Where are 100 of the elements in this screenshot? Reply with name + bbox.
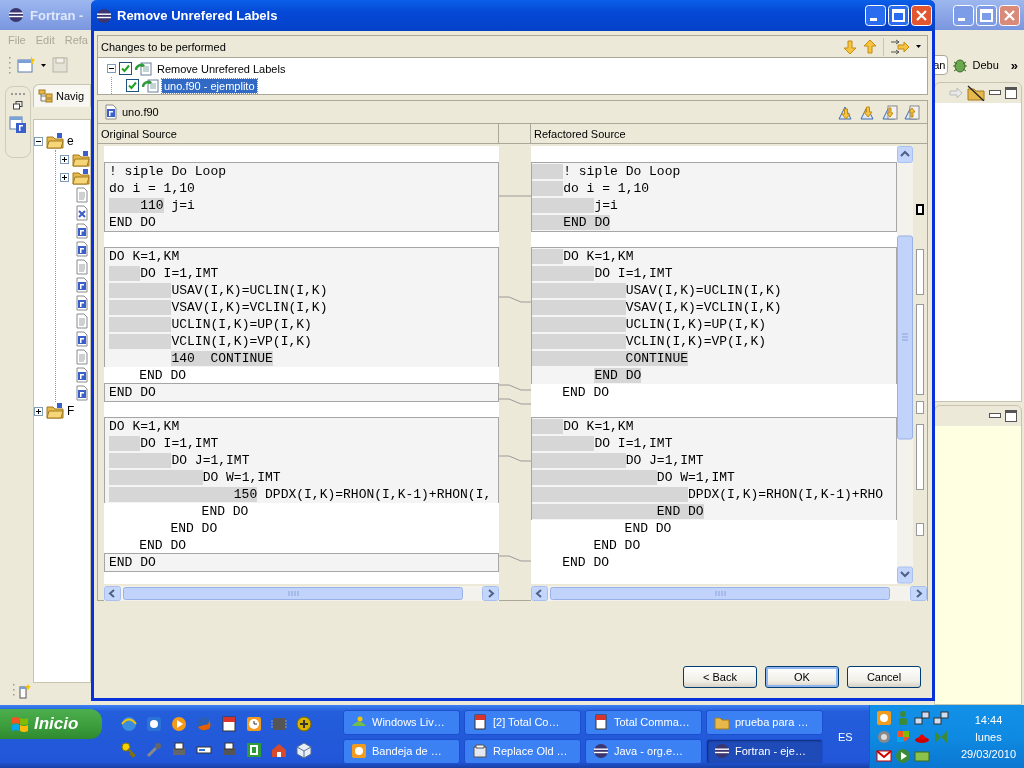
taskbar-button[interactable]: Replace Old … [464, 738, 581, 764]
minimize-icon[interactable] [989, 413, 1001, 419]
caret-icon[interactable] [41, 63, 46, 67]
maximize-icon[interactable] [1005, 410, 1017, 422]
caret-icon[interactable] [916, 45, 921, 48]
taskbar-button[interactable]: prueba para … [706, 709, 823, 735]
start-button[interactable]: Inicio [0, 709, 102, 739]
badge-icon[interactable] [295, 714, 313, 733]
maximize-icon[interactable] [1005, 87, 1017, 99]
folder-icon [72, 151, 90, 167]
horizontal-scrollbar[interactable] [104, 586, 499, 601]
folder-icon [46, 403, 64, 419]
cube-icon[interactable] [295, 740, 313, 759]
scroll-thumb[interactable] [550, 587, 890, 600]
taskbar-button[interactable]: Bandeja de … [343, 738, 460, 764]
clock-day: lunes [975, 730, 1002, 743]
perspective-button[interactable]: Debu [972, 59, 999, 71]
play-icon[interactable] [895, 747, 911, 764]
next-difference-icon[interactable] [837, 104, 855, 120]
restore-icon[interactable] [13, 101, 23, 110]
toolbar-handle-icon [11, 93, 25, 95]
play-icon[interactable] [170, 714, 188, 733]
code-editor[interactable] [104, 146, 499, 584]
pane-title: Original Source [98, 124, 499, 143]
next-change-icon[interactable] [881, 104, 899, 120]
fast-view-icon[interactable] [12, 683, 32, 699]
code-line: VSAV(I,K)=VCLIN(I,K) [105, 299, 498, 316]
code-line: VCLIN(I,K)=VP(I,K) [105, 333, 498, 350]
horizontal-scrollbar[interactable] [531, 586, 927, 601]
minimize-button[interactable] [865, 5, 886, 26]
ok-button[interactable]: OK [765, 666, 839, 688]
clock-icon [351, 743, 367, 759]
mail-icon[interactable] [876, 747, 892, 764]
code-line: END DO [623, 520, 673, 537]
striped-globe-icon [714, 743, 730, 759]
crossed-folder-icon[interactable] [967, 85, 985, 101]
taskbar-button[interactable]: Java - org.e… [585, 738, 702, 764]
maximize-button[interactable] [976, 4, 997, 26]
tree-item[interactable]: e [67, 134, 74, 148]
checkbox[interactable] [119, 62, 132, 75]
tree-item[interactable]: Remove Unrefered Labels [155, 61, 288, 76]
window-title: Remove Unrefered Labels [117, 8, 278, 23]
network-icon[interactable] [933, 709, 949, 726]
tree-item[interactable]: uno.f90 - ejemplito [162, 78, 257, 93]
language-indicator[interactable]: ES [838, 730, 868, 743]
filter-icon[interactable] [890, 38, 910, 55]
code-editor[interactable] [531, 146, 897, 584]
network-icon[interactable] [914, 709, 930, 726]
back-button[interactable]: < Back [683, 666, 757, 688]
code-line: DO I=1,IMT [105, 265, 498, 282]
code-line: DO K=1,KM [532, 248, 896, 265]
scroll-thumb[interactable] [123, 587, 463, 600]
code-line: DO K=1,KM [108, 248, 181, 265]
code-line: END DO [200, 503, 250, 520]
previous-change-icon[interactable] [903, 104, 921, 120]
navigator-icon [38, 89, 54, 103]
code-line: DO K=1,KM [532, 418, 896, 435]
code-line: END DO [592, 537, 642, 554]
code-line: DO K=1,KM [108, 418, 181, 435]
code-line: END DO [561, 384, 610, 401]
scroll-right-button[interactable] [910, 586, 927, 601]
code-line: END DO [108, 214, 157, 231]
tree-item[interactable]: F [67, 404, 75, 418]
checkbox[interactable] [126, 79, 139, 92]
collapse-icon[interactable] [34, 136, 43, 146]
navigator-tab[interactable]: Navig [33, 84, 91, 107]
up-arrow-icon[interactable] [863, 38, 877, 55]
maximize-button[interactable] [888, 5, 909, 26]
clock-icon[interactable] [876, 709, 892, 726]
key-icon[interactable] [120, 740, 138, 759]
taskbar-button[interactable]: [2] Total Co… [464, 709, 581, 735]
cancel-button[interactable]: Cancel [847, 666, 921, 688]
close-button[interactable] [999, 4, 1020, 26]
code-line: END DO [108, 554, 157, 571]
previous-difference-icon[interactable] [859, 104, 877, 120]
close-button[interactable] [911, 5, 932, 26]
clock-icon[interactable] [245, 714, 263, 733]
taskbar-button[interactable]: Fortran - eje… [706, 738, 823, 764]
globe-icon[interactable] [120, 714, 138, 733]
scroll-left-button[interactable] [531, 586, 548, 601]
code-line: CONTINUE [532, 350, 896, 367]
vertical-scrollbar[interactable] [897, 146, 913, 584]
folder-icon [714, 714, 730, 730]
expand-icon[interactable] [60, 154, 69, 164]
windows-flag-icon [10, 715, 30, 733]
minimize-button[interactable] [953, 4, 974, 26]
more-perspectives-button[interactable]: » [1010, 57, 1018, 73]
scroll-left-button[interactable] [104, 586, 121, 601]
taskbar-button[interactable]: Total Comma… [585, 709, 702, 735]
scroll-right-button[interactable] [482, 586, 499, 601]
views-icon[interactable] [9, 116, 27, 134]
window-title: Fortran - [30, 7, 84, 23]
code-line: USAV(I,K)=UCLIN(I,K) [105, 282, 498, 299]
expand-icon[interactable] [60, 172, 69, 182]
collapse-icon[interactable] [107, 64, 116, 73]
down-arrow-icon[interactable] [843, 38, 857, 55]
new-file-icon[interactable] [17, 56, 35, 74]
minimize-icon[interactable] [989, 90, 1001, 96]
taskbar-button[interactable]: Windows Liv… [343, 709, 460, 735]
expand-icon[interactable] [34, 406, 43, 416]
